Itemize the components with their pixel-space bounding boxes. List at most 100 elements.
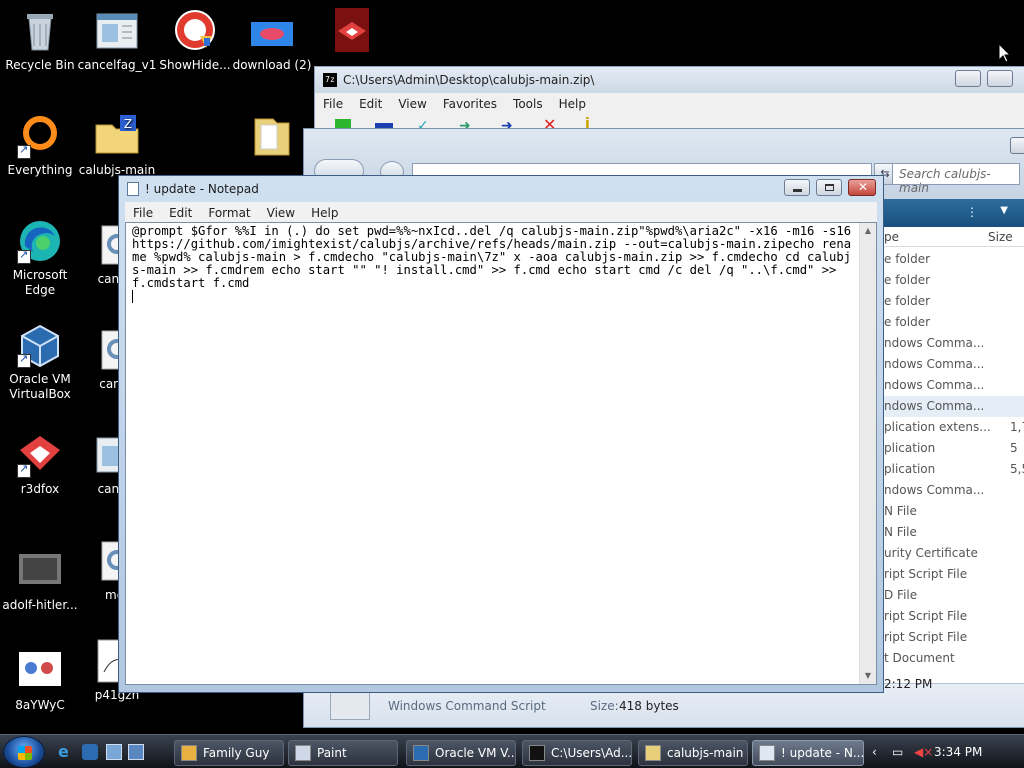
taskbar-button[interactable]: Paint xyxy=(288,740,398,766)
volume-muted-icon[interactable]: ◀× xyxy=(914,745,933,759)
menu-view[interactable]: View xyxy=(398,97,426,111)
network-icon[interactable]: ▭ xyxy=(892,745,903,759)
file-row[interactable]: e folder xyxy=(884,270,1024,291)
desktop-icon-r3dfox[interactable]: r3dfox xyxy=(0,432,80,497)
details-time: 2:12 PM xyxy=(884,677,933,691)
file-row[interactable]: t Document xyxy=(884,648,1024,669)
close-button[interactable]: ✕ xyxy=(848,179,876,196)
menu-edit[interactable]: Edit xyxy=(359,97,382,111)
file-list: e folder e folder e folder e folder ndows Co… xyxy=(884,249,1024,669)
file-type: e folder xyxy=(884,252,931,266)
taskbar-button[interactable]: ! update - N... xyxy=(752,740,864,766)
paint-icon xyxy=(295,745,311,761)
folder-icon xyxy=(645,745,661,761)
file-type: urity Certificate xyxy=(884,546,978,560)
column-size[interactable]: Size xyxy=(988,230,1013,244)
notepad-content[interactable]: @prompt $Gfor %%I in (.) do set pwd=%%~n… xyxy=(128,223,858,684)
file-row[interactable]: e folder xyxy=(884,249,1024,270)
menu-help[interactable]: Help xyxy=(311,206,338,220)
file-row[interactable]: e folder xyxy=(884,291,1024,312)
file-row[interactable]: plication 5,5 xyxy=(884,459,1024,480)
menu-format[interactable]: Format xyxy=(208,206,250,220)
desktop-icon-calubjs-folder[interactable] xyxy=(232,113,312,163)
view-options-icon[interactable]: ⋮ xyxy=(966,205,978,219)
notepad-titlebar[interactable]: ! update - Notepad ✕ xyxy=(119,176,883,202)
desktop-icon-calubjs-zip[interactable]: Z calubjs-main xyxy=(77,113,157,178)
file-row[interactable]: plication 5 xyxy=(884,438,1024,459)
notepad-text-area[interactable]: @prompt $Gfor %%I in (.) do set pwd=%%~n… xyxy=(125,222,877,685)
minimize-button[interactable] xyxy=(784,179,811,196)
menu-tools[interactable]: Tools xyxy=(513,97,543,111)
file-row[interactable]: plication extens... 1,7 xyxy=(884,417,1024,438)
menu-help[interactable]: Help xyxy=(559,97,586,111)
file-row[interactable]: N File xyxy=(884,522,1024,543)
file-type: ript Script File xyxy=(884,609,968,623)
minimize-button[interactable] xyxy=(955,70,982,87)
taskbar-button[interactable]: C:\Users\Ad... xyxy=(522,740,632,766)
file-type: ndows Comma... xyxy=(884,357,985,371)
r3dfox-icon xyxy=(329,8,375,54)
file-row[interactable]: ndows Comma... xyxy=(884,480,1024,501)
file-row[interactable]: D File xyxy=(884,585,1024,606)
menu-favorites[interactable]: Favorites xyxy=(443,97,497,111)
maximize-button[interactable] xyxy=(816,179,843,196)
virtualbox-icon[interactable] xyxy=(82,744,98,760)
desktop-icon-recycle-bin[interactable]: Recycle Bin xyxy=(0,8,80,73)
taskbar-button[interactable]: calubjs-main xyxy=(638,740,748,766)
clock[interactable]: 3:34 PM xyxy=(934,745,982,759)
menu-file[interactable]: File xyxy=(323,97,343,111)
vertical-scrollbar[interactable]: ▲ ▼ xyxy=(859,223,876,684)
notepad-title: ! update - Notepad xyxy=(145,182,259,196)
maximize-button[interactable] xyxy=(987,70,1013,87)
taskbar-button-label: Paint xyxy=(317,746,347,760)
desktop-icon-red-3d[interactable] xyxy=(312,8,392,58)
notepad-icon xyxy=(127,182,139,196)
file-row[interactable]: ndows Comma... xyxy=(884,354,1024,375)
taskbar-button-label: C:\Users\Ad... xyxy=(551,746,632,760)
tray-chevron-icon[interactable]: ‹ xyxy=(872,745,877,759)
taskbar-button[interactable]: Family Guy xyxy=(174,740,284,766)
start-button[interactable] xyxy=(3,736,45,768)
scroll-up-icon[interactable]: ▲ xyxy=(860,223,876,239)
desktop-icon-8aywyc[interactable]: 8aYWyC xyxy=(0,648,80,713)
desktop-icon-cancelfag[interactable]: cancelfag_v1 xyxy=(77,8,157,73)
menu-edit[interactable]: Edit xyxy=(169,206,192,220)
search-input[interactable]: Search calubjs-main xyxy=(892,163,1020,195)
file-row[interactable]: urity Certificate xyxy=(884,543,1024,564)
minimize-button[interactable] xyxy=(1010,137,1024,154)
file-row[interactable]: ript Script File xyxy=(884,606,1024,627)
desktop-icon-download-2[interactable]: download (2) xyxy=(232,8,312,73)
desktop-icon-adolf-hitler[interactable]: adolf-hitler... xyxy=(0,548,80,613)
menu-view[interactable]: View xyxy=(267,206,295,220)
file-row[interactable]: ndows Comma... xyxy=(884,396,1024,417)
desktop-icon-virtualbox[interactable]: Oracle VM VirtualBox xyxy=(0,322,80,402)
internet-explorer-icon[interactable]: e xyxy=(58,744,74,760)
edge-icon xyxy=(17,218,63,264)
menu-file[interactable]: File xyxy=(133,206,153,220)
notepad-window[interactable]: ! update - Notepad ✕ File Edit Format Vi… xyxy=(118,175,884,693)
family-guy-icon xyxy=(181,745,197,761)
file-row[interactable]: ript Script File xyxy=(884,627,1024,648)
chevron-down-icon[interactable]: ▼ xyxy=(1000,205,1008,216)
show-desktop-icon[interactable] xyxy=(106,744,122,760)
shortcut-arrow-icon xyxy=(17,248,31,264)
switch-windows-icon[interactable] xyxy=(128,744,144,760)
virtualbox-icon xyxy=(17,322,63,368)
7zip-menubar: File Edit View Favorites Tools Help xyxy=(315,93,1024,115)
taskbar-button-label: calubjs-main xyxy=(667,746,744,760)
file-type: plication xyxy=(884,441,936,455)
file-row[interactable]: N File xyxy=(884,501,1024,522)
file-size: 5,5 xyxy=(1010,462,1024,476)
file-row[interactable]: ndows Comma... xyxy=(884,375,1024,396)
details-size-value: 418 bytes xyxy=(619,699,679,713)
file-row[interactable]: ript Script File xyxy=(884,564,1024,585)
file-row[interactable]: ndows Comma... xyxy=(884,333,1024,354)
file-row[interactable]: e folder xyxy=(884,312,1024,333)
7zip-titlebar[interactable]: 7z C:\Users\Admin\Desktop\calubjs-main.z… xyxy=(315,67,1024,93)
desktop-icon-showhide[interactable]: ShowHide... xyxy=(155,8,235,73)
desktop-icon-everything[interactable]: Everything xyxy=(0,113,80,178)
column-type[interactable]: pe xyxy=(884,230,899,244)
taskbar-button[interactable]: Oracle VM V... xyxy=(406,740,516,766)
desktop-icon-microsoft-edge[interactable]: Microsoft Edge xyxy=(0,218,80,298)
scroll-down-icon[interactable]: ▼ xyxy=(860,668,876,684)
